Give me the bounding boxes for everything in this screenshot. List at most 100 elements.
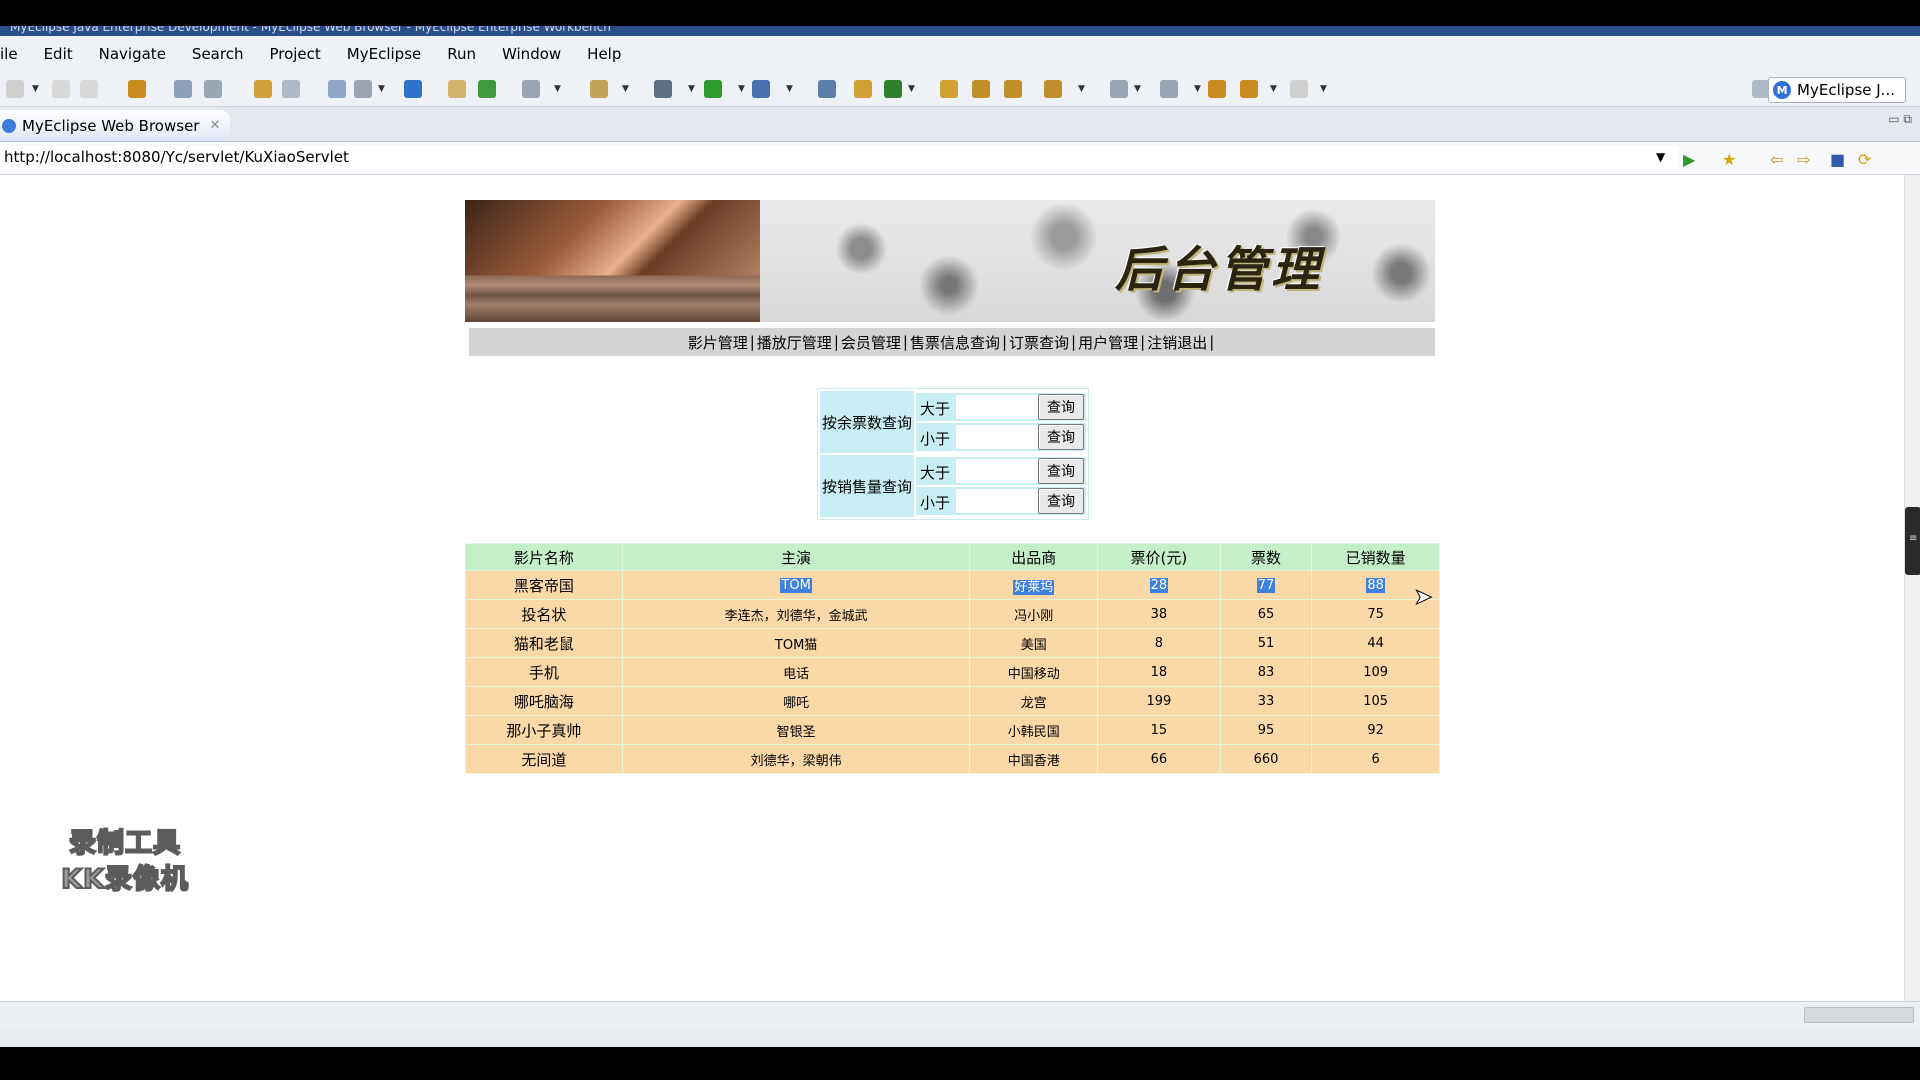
prev-annotation-icon[interactable] — [1160, 80, 1178, 98]
h-scroll-thumb[interactable] — [1804, 1007, 1914, 1023]
nav-link[interactable]: 播放厅管理 — [757, 332, 832, 353]
toolbar-dropdown-icon[interactable]: ▼ — [32, 84, 39, 94]
column-header: 票价(元) — [1096, 543, 1221, 571]
banner-image: 后台管理 — [465, 200, 1435, 322]
save-all-icon[interactable] — [80, 80, 98, 98]
query-button[interactable]: 查询 — [1038, 394, 1084, 420]
deploy-icon[interactable] — [254, 80, 272, 98]
nav-link[interactable]: 用户管理 — [1078, 332, 1138, 353]
table-cell: 66 — [1096, 744, 1221, 774]
banner-title: 后台管理 — [1115, 242, 1324, 298]
myeclipse-icon: M — [1773, 81, 1792, 99]
debug-icon[interactable] — [174, 80, 192, 98]
settings-icon[interactable] — [654, 80, 672, 98]
close-icon[interactable]: ✕ — [209, 118, 220, 133]
table-row: 无间道 刘德华，梁朝伟 中国香港 66 660 6 — [465, 744, 1440, 774]
forward-icon[interactable] — [1290, 80, 1308, 98]
menu-navigate[interactable]: Navigate — [86, 45, 179, 63]
url-dropdown-icon[interactable]: ▼ — [1656, 150, 1665, 164]
new-icon[interactable] — [6, 80, 24, 98]
package-icon[interactable] — [128, 80, 146, 98]
toolbar-dropdown-icon[interactable]: ▼ — [1320, 84, 1327, 94]
url-input[interactable]: http://localhost:8080/Yc/servlet/KuXiaoS… — [0, 145, 1679, 169]
last-edit-icon[interactable] — [1208, 80, 1226, 98]
nav-link[interactable]: 注销退出 — [1147, 332, 1207, 353]
next-annotation-icon[interactable] — [1110, 80, 1128, 98]
horizontal-scrollbar[interactable] — [0, 1001, 1920, 1028]
run-icon[interactable] — [704, 80, 722, 98]
query-value-input[interactable] — [956, 395, 1038, 419]
task-icon[interactable] — [818, 80, 836, 98]
table-cell: 28 — [1096, 570, 1221, 600]
query-button[interactable]: 查询 — [1038, 458, 1084, 484]
open-folder-icon[interactable] — [940, 80, 958, 98]
globe-icon[interactable] — [404, 80, 422, 98]
query-value-input[interactable] — [956, 489, 1038, 513]
toolbar-dropdown-icon[interactable]: ▼ — [378, 84, 385, 94]
menu-ile[interactable]: ile — [0, 45, 31, 63]
perspective-switcher[interactable]: M MyEclipse J... — [1768, 77, 1906, 103]
favorites-icon[interactable]: ★ — [1722, 150, 1736, 169]
table-cell: 哪吒脑海 — [465, 686, 623, 716]
nav-link[interactable]: 影片管理 — [688, 332, 748, 353]
new-class-icon[interactable] — [590, 80, 608, 98]
toolbar-dropdown-icon[interactable]: ▼ — [786, 84, 793, 94]
menu-help[interactable]: Help — [574, 45, 634, 63]
go-icon[interactable]: ▶ — [1683, 150, 1695, 169]
nav-link[interactable]: 订票查询 — [1009, 332, 1069, 353]
stop-icon[interactable]: ■ — [1830, 150, 1845, 169]
toolbar-dropdown-icon[interactable]: ▼ — [1078, 84, 1085, 94]
watermark-logo: 录制工具 KK录像机 — [40, 826, 210, 898]
toolbar-dropdown-icon[interactable]: ▼ — [554, 84, 561, 94]
toolbar-dropdown-icon[interactable]: ▼ — [738, 84, 745, 94]
build-icon[interactable] — [328, 80, 346, 98]
tab-web-browser[interactable]: MyEclipse Web Browser ✕ — [0, 110, 230, 141]
back-icon[interactable]: ⇦ — [1770, 150, 1783, 169]
window-icon[interactable] — [1044, 80, 1062, 98]
pencil-icon[interactable] — [972, 80, 990, 98]
menu-project[interactable]: Project — [256, 45, 333, 63]
query-button[interactable]: 查询 — [1038, 424, 1084, 450]
table-cell: 中国香港 — [969, 744, 1098, 774]
toolbar-dropdown-icon[interactable]: ▼ — [688, 84, 695, 94]
refresh-icon[interactable]: ⟳ — [1858, 150, 1871, 169]
add-icon[interactable] — [478, 80, 496, 98]
search-icon[interactable] — [752, 80, 770, 98]
toolbar-dropdown-icon[interactable]: ▼ — [622, 84, 629, 94]
save-icon[interactable] — [52, 80, 70, 98]
minimize-maximize-icons[interactable]: ▭ ⧉ — [1888, 112, 1912, 127]
editor-tab-row: MyEclipse Web Browser ✕ — [0, 107, 1920, 142]
nav-link[interactable]: 会员管理 — [841, 332, 901, 353]
table-cell: 44 — [1311, 628, 1440, 658]
web-icon[interactable] — [354, 80, 372, 98]
menu-edit[interactable]: Edit — [31, 45, 86, 63]
menu-myeclipse[interactable]: MyEclipse — [334, 45, 434, 63]
table-cell: TOM猫 — [621, 628, 971, 658]
scroll-thumb[interactable]: ≡ — [1905, 507, 1920, 575]
link-icon[interactable] — [854, 80, 872, 98]
sync-icon[interactable] — [884, 80, 902, 98]
screen-icon[interactable] — [522, 80, 540, 98]
server-icon[interactable] — [204, 80, 222, 98]
vertical-scrollbar[interactable]: ≡ — [1904, 175, 1920, 1001]
open-icon[interactable] — [448, 80, 466, 98]
query-value-input[interactable] — [956, 459, 1038, 483]
toolbar-dropdown-icon[interactable]: ▼ — [908, 84, 915, 94]
table-cell: 无间道 — [465, 744, 623, 774]
toolbar-dropdown-icon[interactable]: ▼ — [1270, 84, 1277, 94]
toolbar-dropdown-icon[interactable]: ▼ — [1194, 84, 1201, 94]
toolbar-dropdown-icon[interactable]: ▼ — [1134, 84, 1141, 94]
nav-link[interactable]: 售票信息查询 — [910, 332, 1000, 353]
back-icon[interactable] — [1240, 80, 1258, 98]
table-row: 哪吒脑海 哪吒 龙宫 199 33 105 — [465, 686, 1440, 716]
menu-window[interactable]: Window — [489, 45, 574, 63]
selected-text: 88 — [1366, 577, 1385, 593]
menu-search[interactable]: Search — [179, 45, 257, 63]
browser-icon[interactable] — [282, 80, 300, 98]
forward-icon[interactable]: ⇨ — [1797, 150, 1810, 169]
nav-separator: | — [902, 333, 908, 351]
clip-icon[interactable] — [1004, 80, 1022, 98]
query-button[interactable]: 查询 — [1038, 488, 1084, 514]
menu-run[interactable]: Run — [434, 45, 489, 63]
query-value-input[interactable] — [956, 425, 1038, 449]
